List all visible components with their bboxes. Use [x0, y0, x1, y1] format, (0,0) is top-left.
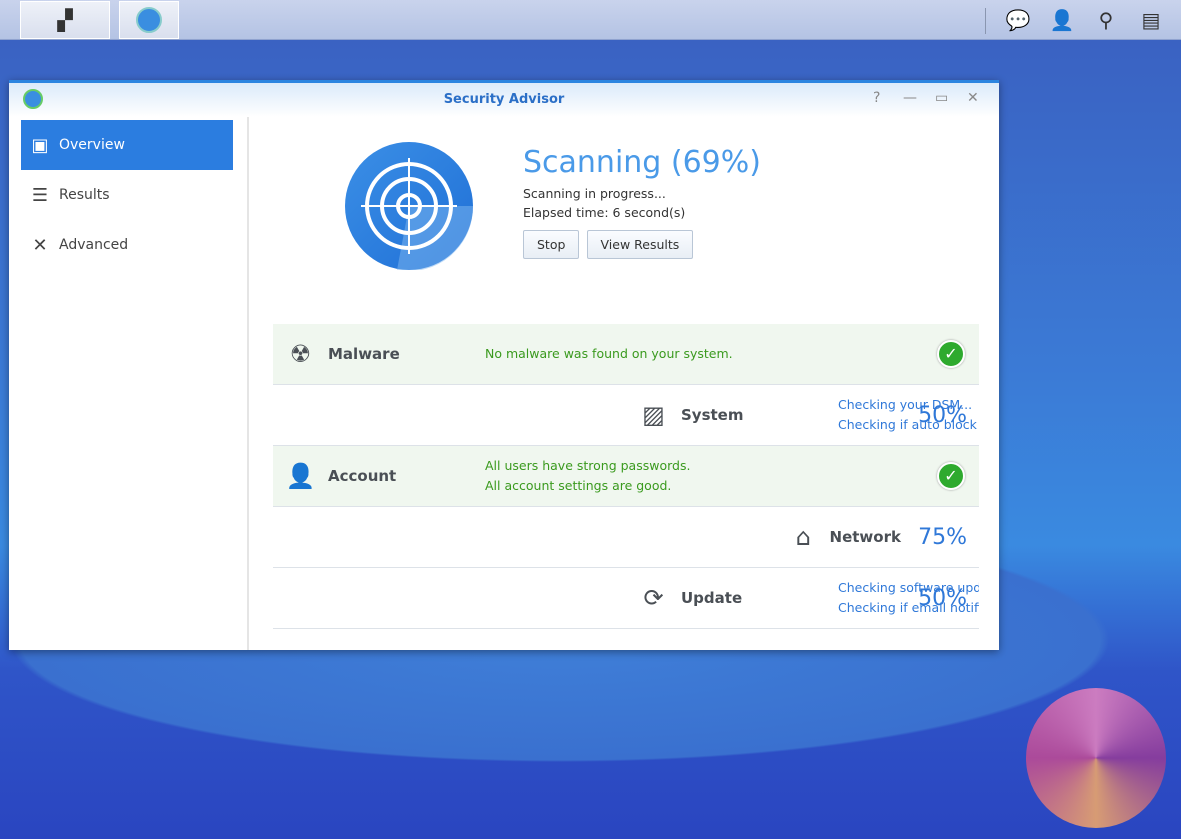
check-icon: ✓ — [937, 340, 965, 368]
scan-title: Scanning (69%) — [523, 145, 761, 180]
sidebar-item-label: Advanced — [59, 237, 129, 253]
check-icon: ✓ — [937, 462, 965, 490]
category-row-account: 👤 Account All users have strong passwords.… — [273, 446, 979, 507]
user-icon[interactable]: 👤 — [1049, 8, 1075, 34]
category-name: System — [681, 406, 744, 424]
stop-button[interactable]: Stop — [523, 230, 580, 259]
category-percent: 50% — [918, 585, 967, 611]
desktop-logo — [1026, 688, 1166, 828]
view-results-button[interactable]: View Results — [586, 230, 694, 259]
sidebar-item-results[interactable]: ☰ Results — [21, 170, 233, 220]
category-name: Account — [328, 467, 397, 485]
title-bar[interactable]: Security Advisor ? — ▭ ✕ — [9, 83, 999, 117]
category-row-network: ⌂NetworkChecking firewall and network se… — [273, 507, 979, 568]
list-icon: ☰ — [31, 184, 49, 206]
help-button[interactable]: ? — [873, 90, 880, 106]
sidebar-item-advanced[interactable]: ✕ Advanced — [21, 220, 233, 270]
category-percent: 50% — [918, 402, 967, 428]
sidebar: ▣ Overview ☰ Results ✕ Advanced — [9, 117, 249, 650]
widgets-icon[interactable]: ▤ — [1137, 8, 1165, 34]
security-advisor-taskbar-button[interactable] — [119, 1, 179, 39]
network-home-icon: ⌂ — [795, 523, 811, 551]
minimize-button[interactable]: — — [903, 90, 917, 106]
radiation-icon: ☢ — [289, 340, 312, 368]
sidebar-item-label: Overview — [59, 137, 125, 153]
category-message: All users have strong passwords. — [485, 458, 691, 473]
category-name: Update — [681, 589, 743, 607]
divider — [985, 8, 986, 34]
category-percent: 75% — [918, 524, 967, 550]
sidebar-item-label: Results — [59, 187, 110, 203]
scan-progress-text: Scanning in progress... — [523, 186, 666, 201]
security-advisor-icon — [136, 7, 162, 33]
category-row-system: ▨ System Checking your DSM... Checking if a… — [273, 385, 979, 446]
window-title: Security Advisor — [443, 92, 565, 107]
overview-icon: ▣ — [31, 134, 49, 156]
security-advisor-window: Security Advisor ? — ▭ ✕ ▣ Overview ☰ Resu… — [9, 80, 999, 650]
close-button[interactable]: ✕ — [967, 90, 979, 106]
elapsed-time: Elapsed time: 6 second(s) — [523, 205, 686, 220]
scan-status: Scanning (69%) Scanning in progress... E… — [523, 145, 761, 259]
category-name: Malware — [328, 345, 400, 363]
category-row-update: ⟳UpdateChecking software updates and set… — [273, 568, 979, 629]
refresh-icon: ⟳ — [643, 584, 664, 612]
user-icon: 👤 — [285, 462, 316, 490]
category-row-malware: ☢ Malware No malware was found on your sys… — [273, 324, 979, 385]
category-list: ☢ Malware No malware was found on your sys… — [273, 324, 979, 629]
taskbar: ▞ 💬 👤 ⚲ ▤ — [0, 0, 1181, 40]
main-menu-icon: ▞ — [57, 8, 73, 32]
chat-icon[interactable]: 💬 — [1005, 8, 1031, 34]
tools-icon: ✕ — [32, 234, 48, 256]
maximize-button[interactable]: ▭ — [935, 90, 948, 106]
category-message: All account settings are good. — [485, 478, 672, 493]
sidebar-item-overview[interactable]: ▣ Overview — [21, 120, 233, 170]
main-menu-button[interactable]: ▞ — [20, 1, 110, 39]
category-message: No malware was found on your system. — [485, 346, 733, 361]
search-icon[interactable]: ⚲ — [1093, 8, 1119, 34]
radar-scan-icon — [345, 142, 474, 272]
system-monitor-icon: ▨ — [642, 401, 665, 429]
